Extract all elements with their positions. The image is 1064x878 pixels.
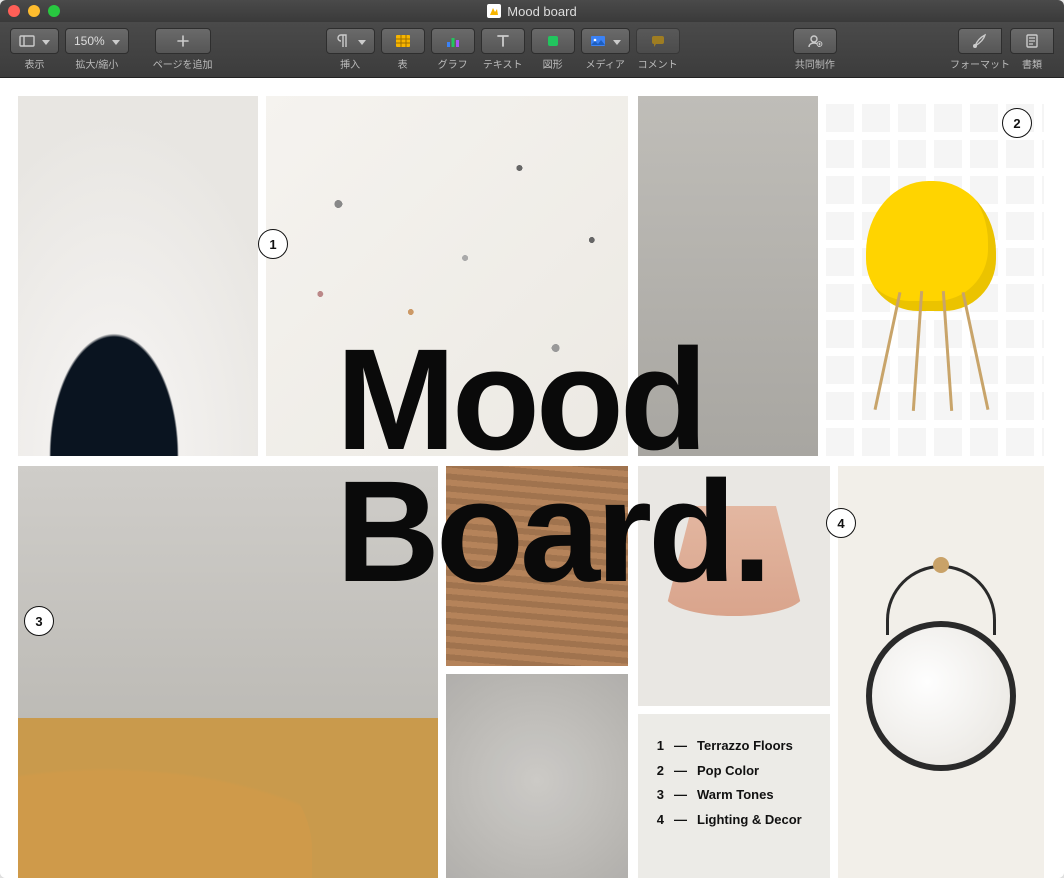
chevron-down-icon (610, 34, 621, 48)
image-yellow-chair[interactable] (818, 96, 1044, 456)
inspector-segment: フォーマット 書類 (950, 28, 1054, 71)
brush-icon (972, 33, 988, 49)
marker-3[interactable]: 3 (24, 606, 54, 636)
chart-label: グラフ (438, 56, 468, 71)
legend-panel[interactable]: 1 — Terrazzo Floors 2 — Pop Color 3 — Wa… (638, 714, 830, 878)
chevron-down-icon (39, 34, 50, 48)
image-concrete[interactable] (638, 96, 818, 456)
titlebar: Mood board (0, 0, 1064, 22)
view-icon (19, 33, 35, 49)
document-icon (1024, 33, 1040, 49)
collaborate-label: 共同制作 (795, 56, 835, 71)
image-pendant-lamp[interactable] (638, 466, 830, 706)
legend-label: Lighting & Decor (697, 808, 802, 833)
window-title-text: Mood board (507, 4, 576, 19)
zoom-button[interactable]: 150% (65, 28, 129, 54)
marker-2[interactable]: 2 (1002, 108, 1032, 138)
comment-label: コメント (638, 56, 678, 71)
collaborate-icon (807, 33, 823, 49)
legend-row: 1 — Terrazzo Floors (650, 734, 818, 759)
view-label: 表示 (25, 56, 45, 71)
legend-num: 1 (650, 734, 664, 759)
insert-label: 挿入 (340, 56, 360, 71)
document-label: 書類 (1022, 56, 1042, 71)
pilcrow-icon (335, 33, 351, 49)
chevron-down-icon (355, 34, 366, 48)
legend-row: 3 — Warm Tones (650, 783, 818, 808)
legend-num: 3 (650, 783, 664, 808)
table-label: 表 (398, 56, 408, 71)
view-button[interactable] (10, 28, 59, 54)
legend-row: 2 — Pop Color (650, 759, 818, 784)
toolbar: 表示 150% 拡大/縮小 ページを追加 挿入 (0, 22, 1064, 78)
comment-icon (650, 33, 666, 49)
legend-label: Warm Tones (697, 783, 774, 808)
legend-num: 2 (650, 759, 664, 784)
format-label: フォーマット (950, 56, 1010, 71)
app-icon (487, 4, 501, 18)
media-label: メディア (586, 56, 625, 71)
image-dark-chair[interactable] (18, 96, 258, 456)
chevron-down-icon (109, 34, 120, 48)
app-window: Mood board 表示 150% 拡大/縮小 ページを追加 (0, 0, 1064, 878)
shape-icon (545, 33, 561, 49)
shape-button[interactable] (531, 28, 575, 54)
media-button[interactable] (581, 28, 630, 54)
media-icon (590, 33, 606, 49)
legend-label: Terrazzo Floors (697, 734, 793, 759)
add-page-button[interactable] (155, 28, 211, 54)
marker-1[interactable]: 1 (258, 229, 288, 259)
table-button[interactable] (381, 28, 425, 54)
image-tan-sofa[interactable] (18, 466, 438, 878)
table-icon (395, 33, 411, 49)
marker-4[interactable]: 4 (826, 508, 856, 538)
collaborate-button[interactable] (793, 28, 837, 54)
text-label: テキスト (483, 56, 523, 71)
insert-button[interactable] (326, 28, 375, 54)
chart-button[interactable] (431, 28, 475, 54)
image-mirror[interactable] (838, 466, 1044, 878)
plus-icon (175, 33, 191, 49)
legend-row: 4 — Lighting & Decor (650, 808, 818, 833)
format-button[interactable] (958, 28, 1002, 54)
legend-num: 4 (650, 808, 664, 833)
image-fur[interactable] (446, 674, 628, 878)
image-terrazzo[interactable] (266, 96, 628, 456)
image-wood[interactable] (446, 466, 628, 666)
comment-button[interactable] (636, 28, 680, 54)
text-icon (495, 33, 511, 49)
document-button[interactable] (1010, 28, 1054, 54)
zoom-value: 150% (74, 34, 105, 48)
zoom-label: 拡大/縮小 (75, 56, 118, 71)
mood-board: 1 — Terrazzo Floors 2 — Pop Color 3 — Wa… (18, 96, 1046, 860)
document-canvas[interactable]: 1 — Terrazzo Floors 2 — Pop Color 3 — Wa… (0, 78, 1064, 878)
legend-label: Pop Color (697, 759, 759, 784)
window-title: Mood board (0, 4, 1064, 19)
chart-icon (445, 33, 461, 49)
add-page-label: ページを追加 (153, 56, 213, 71)
shape-label: 図形 (543, 56, 563, 71)
text-button[interactable] (481, 28, 525, 54)
